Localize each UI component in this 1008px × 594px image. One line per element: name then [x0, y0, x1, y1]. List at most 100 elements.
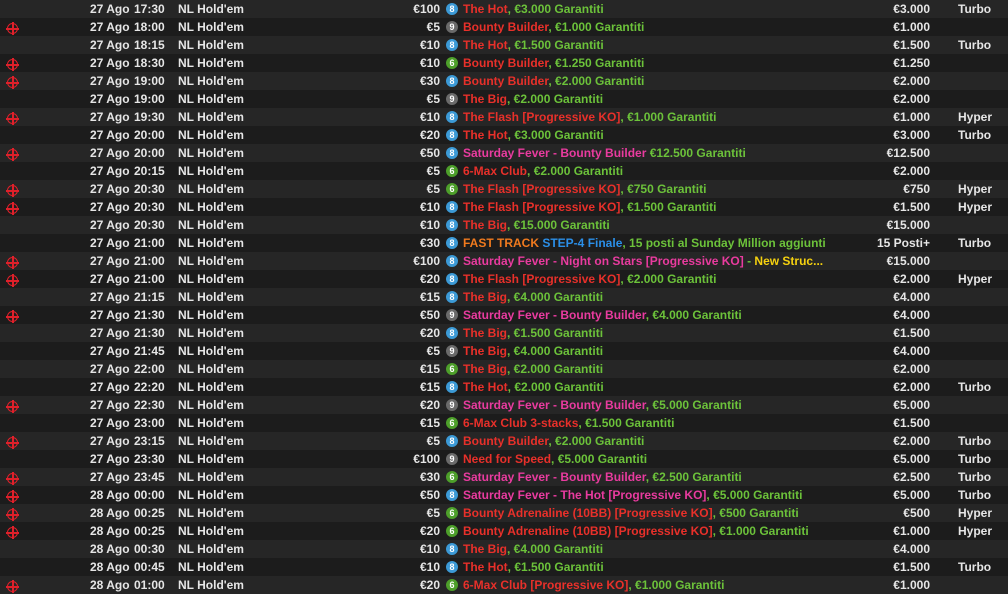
tournament-name-cell[interactable]: Bounty Builder, €2.000 Garantiti	[463, 432, 843, 450]
game-cell: NL Hold'em	[178, 38, 244, 52]
tournament-row[interactable]: 28 Ago 00:00 NL Hold'em €50 8 Saturday Fever …	[0, 486, 1008, 504]
tournament-row[interactable]: 27 Ago 21:00 NL Hold'em €20 8 The Flash [Prog…	[0, 270, 1008, 288]
tournament-name-cell[interactable]: Bounty Builder, €1.000 Garantiti	[463, 18, 843, 36]
tournament-list: 27 Ago 17:30 NL Hold'em €100 8 The Hot, €3.00…	[0, 0, 1008, 594]
name-segment: Saturday Fever - The Hot [Progressive KO…	[463, 488, 707, 502]
speed-cell: Turbo	[958, 380, 992, 394]
tournament-row[interactable]: 27 Ago 22:20 NL Hold'em €15 8 The Hot, €2.000…	[0, 378, 1008, 396]
tournament-name-cell[interactable]: The Hot, €1.500 Garantiti	[463, 558, 843, 576]
tournament-name-cell[interactable]: 6-Max Club 3-stacks, €1.500 Garantiti	[463, 414, 843, 432]
tournament-row[interactable]: 28 Ago 00:25 NL Hold'em €20 6 Bounty Adrenali…	[0, 522, 1008, 540]
tournament-name-cell[interactable]: The Flash [Progressive KO], €750 Garanti…	[463, 180, 843, 198]
tournament-row[interactable]: 27 Ago 20:00 NL Hold'em €50 8 Saturday Fever …	[0, 144, 1008, 162]
tournament-name-cell[interactable]: 6-Max Club [Progressive KO], €1.000 Gara…	[463, 576, 843, 594]
tournament-name-cell[interactable]: Saturday Fever - Bounty Builder, €5.000 …	[463, 396, 843, 414]
name-segment: ,	[548, 56, 556, 70]
tournament-row[interactable]: 27 Ago 21:30 NL Hold'em €20 8 The Big, €1.500…	[0, 324, 1008, 342]
tournament-row[interactable]: 27 Ago 21:30 NL Hold'em €50 9 Saturday Fever …	[0, 306, 1008, 324]
name-segment: €4.000 Garantiti	[513, 542, 604, 556]
tournament-row[interactable]: 27 Ago 21:15 NL Hold'em €15 8 The Big, €4.000…	[0, 288, 1008, 306]
tournament-row[interactable]: 28 Ago 00:45 NL Hold'em €10 8 The Hot, €1.500…	[0, 558, 1008, 576]
buyin-cell: €20	[419, 326, 440, 340]
tournament-row[interactable]: 27 Ago 19:00 NL Hold'em €5 9 The Big, €2.000 …	[0, 90, 1008, 108]
seats-cell: 6	[446, 360, 462, 378]
tournament-row[interactable]: 27 Ago 19:00 NL Hold'em €30 8 Bounty Builder,…	[0, 72, 1008, 90]
tournament-name-cell[interactable]: The Big, €15.000 Garantiti	[463, 216, 843, 234]
date-cell: 27 Ago	[90, 128, 130, 142]
tournament-name-cell[interactable]: The Big, €4.000 Garantiti	[463, 288, 843, 306]
tournament-row[interactable]: 27 Ago 18:30 NL Hold'em €10 6 Bounty Builder,…	[0, 54, 1008, 72]
time-cell: 23:45	[134, 470, 165, 484]
tournament-row[interactable]: 27 Ago 20:30 NL Hold'em €10 8 The Flash [Prog…	[0, 198, 1008, 216]
tournament-name-cell[interactable]: The Big, €2.000 Garantiti	[463, 360, 843, 378]
time-cell: 21:30	[134, 308, 165, 322]
tournament-name-cell[interactable]: The Flash [Progressive KO], €2.000 Garan…	[463, 270, 843, 288]
time-cell: 21:45	[134, 344, 165, 358]
tournament-row[interactable]: 28 Ago 00:30 NL Hold'em €10 8 The Big, €4.000…	[0, 540, 1008, 558]
tournament-name-cell[interactable]: The Big, €1.500 Garantiti	[463, 324, 843, 342]
tournament-row[interactable]: 27 Ago 23:30 NL Hold'em €100 9 Need for Speed…	[0, 450, 1008, 468]
tournament-row[interactable]: 28 Ago 01:00 NL Hold'em €20 6 6-Max Club [Pro…	[0, 576, 1008, 594]
game-cell: NL Hold'em	[178, 218, 244, 232]
tournament-name-cell[interactable]: Bounty Adrenaline (10BB) [Progressive KO…	[463, 504, 843, 522]
tournament-name-cell[interactable]: The Hot, €2.000 Garantiti	[463, 378, 843, 396]
tournament-name-cell[interactable]: FAST TRACK STEP-4 Finale, 15 posti al Su…	[463, 234, 843, 252]
tournament-row[interactable]: 28 Ago 00:25 NL Hold'em €5 6 Bounty Adrenalin…	[0, 504, 1008, 522]
tournament-row[interactable]: 27 Ago 20:30 NL Hold'em €5 6 The Flash [Progr…	[0, 180, 1008, 198]
tournament-name-cell[interactable]: Bounty Adrenaline (10BB) [Progressive KO…	[463, 522, 843, 540]
speed-cell: Hyper	[958, 200, 993, 214]
tournament-name-cell[interactable]: The Hot, €3.000 Garantiti	[463, 126, 843, 144]
tournament-row[interactable]: 27 Ago 19:30 NL Hold'em €10 8 The Flash [Prog…	[0, 108, 1008, 126]
tournament-name-cell[interactable]: The Flash [Progressive KO], €1.500 Garan…	[463, 198, 843, 216]
date-cell: 27 Ago	[90, 344, 130, 358]
tournament-row[interactable]: 27 Ago 17:30 NL Hold'em €100 8 The Hot, €3.00…	[0, 0, 1008, 18]
tournament-name-cell[interactable]: Saturday Fever - Bounty Builder, €4.000 …	[463, 306, 843, 324]
seats-cell: 8	[446, 108, 462, 126]
ko-cell	[4, 90, 26, 108]
tournament-name-cell[interactable]: The Big, €4.000 Garantiti	[463, 540, 843, 558]
speed-cell: Turbo	[958, 236, 992, 250]
tournament-name-cell[interactable]: The Big, €4.000 Garantiti	[463, 342, 843, 360]
tournament-name-cell[interactable]: Saturday Fever - Night on Stars [Progres…	[463, 252, 843, 270]
date-cell: 27 Ago	[90, 182, 130, 196]
tournament-row[interactable]: 27 Ago 23:15 NL Hold'em €5 8 Bounty Builder, …	[0, 432, 1008, 450]
buyin-cell: €50	[419, 308, 440, 322]
tournament-row[interactable]: 27 Ago 21:45 NL Hold'em €5 9 The Big, €4.000 …	[0, 342, 1008, 360]
speed-cell	[958, 342, 1008, 360]
ko-cell	[4, 18, 26, 36]
seats-cell: 8	[446, 288, 462, 306]
tournament-row[interactable]: 27 Ago 23:00 NL Hold'em €15 6 6-Max Club 3-st…	[0, 414, 1008, 432]
tournament-name-cell[interactable]: Need for Speed, €5.000 Garantiti	[463, 450, 843, 468]
prize-cell: €1.500	[893, 200, 930, 214]
tournament-row[interactable]: 27 Ago 21:00 NL Hold'em €30 8 FAST TRACK STEP…	[0, 234, 1008, 252]
tournament-name-cell[interactable]: Bounty Builder, €2.000 Garantiti	[463, 72, 843, 90]
tournament-row[interactable]: 27 Ago 20:00 NL Hold'em €20 8 The Hot, €3.000…	[0, 126, 1008, 144]
tournament-name-cell[interactable]: The Hot, €3.000 Garantiti	[463, 0, 843, 18]
tournament-name-cell[interactable]: Bounty Builder, €1.250 Garantiti	[463, 54, 843, 72]
tournament-name-cell[interactable]: The Big, €2.000 Garantiti	[463, 90, 843, 108]
speed-cell: Turbo	[958, 452, 992, 466]
tournament-row[interactable]: 27 Ago 20:30 NL Hold'em €10 8 The Big, €15.00…	[0, 216, 1008, 234]
tournament-row[interactable]: 27 Ago 21:00 NL Hold'em €100 8 Saturday Fever…	[0, 252, 1008, 270]
tournament-name-cell[interactable]: Saturday Fever - Bounty Builder €12.500 …	[463, 144, 843, 162]
name-segment: Bounty Builder	[463, 74, 549, 88]
date-cell: 27 Ago	[90, 56, 130, 70]
tournament-name-cell[interactable]: The Hot, €1.500 Garantiti	[463, 36, 843, 54]
tournament-row[interactable]: 27 Ago 18:15 NL Hold'em €10 8 The Hot, €1.500…	[0, 36, 1008, 54]
seats-badge-icon: 6	[446, 362, 458, 375]
tournament-row[interactable]: 27 Ago 23:45 NL Hold'em €30 6 Saturday Fever …	[0, 468, 1008, 486]
time-cell: 00:25	[134, 506, 165, 520]
buyin-cell: €5	[426, 182, 440, 196]
tournament-row[interactable]: 27 Ago 20:15 NL Hold'em €5 6 6-Max Club, €2.0…	[0, 162, 1008, 180]
seats-badge-icon: 8	[446, 128, 458, 141]
tournament-name-cell[interactable]: Saturday Fever - Bounty Builder, €2.500 …	[463, 468, 843, 486]
tournament-name-cell[interactable]: The Flash [Progressive KO], €1.000 Garan…	[463, 108, 843, 126]
tournament-row[interactable]: 27 Ago 18:00 NL Hold'em €5 9 Bounty Builder, …	[0, 18, 1008, 36]
tournament-name-cell[interactable]: 6-Max Club, €2.000 Garantiti	[463, 162, 843, 180]
tournament-row[interactable]: 27 Ago 22:00 NL Hold'em €15 6 The Big, €2.000…	[0, 360, 1008, 378]
tournament-name-cell[interactable]: Saturday Fever - The Hot [Progressive KO…	[463, 486, 843, 504]
ko-cell	[4, 216, 26, 234]
time-cell: 20:30	[134, 218, 165, 232]
name-segment: The Flash [Progressive KO]	[463, 110, 621, 124]
tournament-row[interactable]: 27 Ago 22:30 NL Hold'em €20 9 Saturday Fever …	[0, 396, 1008, 414]
